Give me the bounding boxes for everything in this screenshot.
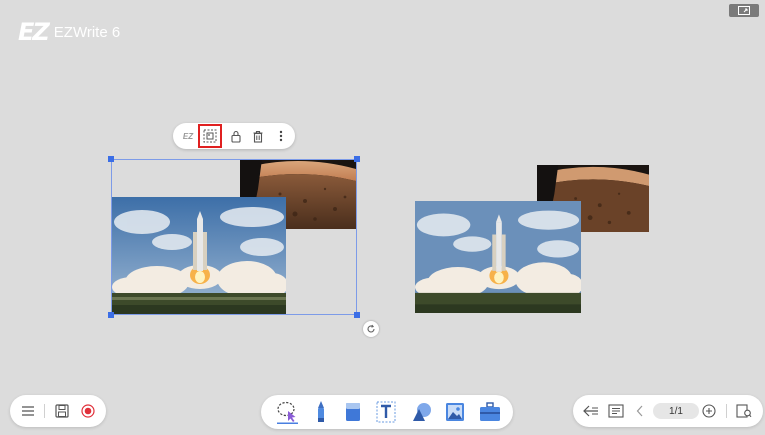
save-icon[interactable]	[54, 403, 70, 419]
image-select-icon[interactable]	[198, 124, 222, 148]
app-name: EZWrite 6	[53, 23, 121, 41]
page-overview-icon[interactable]	[735, 403, 753, 419]
page-navigation-toolbar: 1/1	[573, 395, 763, 427]
rotate-icon	[367, 324, 375, 333]
image-icon[interactable]	[444, 400, 466, 424]
bottom-left-toolbar	[10, 395, 106, 427]
trash-icon[interactable]	[249, 127, 267, 145]
pen-icon[interactable]	[311, 399, 331, 425]
eraser-icon[interactable]	[342, 400, 364, 424]
shapes-icon[interactable]	[409, 400, 433, 424]
lasso-select-icon[interactable]	[275, 399, 299, 425]
page-list-icon[interactable]	[607, 403, 625, 419]
logo-mark: EZ	[18, 18, 50, 46]
more-vertical-icon[interactable]	[272, 127, 290, 145]
menu-icon[interactable]	[20, 403, 36, 419]
add-page-icon[interactable]	[701, 403, 717, 419]
screen-mode-button[interactable]	[729, 4, 759, 17]
object-context-toolbar: EZ	[173, 123, 295, 149]
lock-icon[interactable]	[227, 127, 245, 145]
prev-page-icon[interactable]	[633, 403, 647, 419]
rotate-handle[interactable]	[363, 321, 379, 337]
resize-handle-top-right[interactable]	[354, 156, 360, 162]
resize-handle-bottom-left[interactable]	[108, 312, 114, 318]
app-logo: EZ EZWrite 6	[18, 18, 120, 46]
screen-icon	[738, 6, 750, 15]
drawing-tools-toolbar	[261, 395, 513, 429]
page-indicator[interactable]: 1/1	[653, 403, 699, 419]
record-icon[interactable]	[80, 403, 96, 419]
back-icon[interactable]	[582, 403, 600, 419]
ez-logo-icon[interactable]: EZ	[179, 127, 197, 145]
text-icon[interactable]	[375, 400, 397, 424]
resize-handle-top-left[interactable]	[108, 156, 114, 162]
toolbox-icon[interactable]	[478, 400, 502, 424]
resize-handle-bottom-right[interactable]	[354, 312, 360, 318]
ez-mark-text: EZ	[182, 131, 194, 141]
selection-frame	[108, 156, 360, 318]
rocket-launch-photo[interactable]	[415, 201, 581, 313]
